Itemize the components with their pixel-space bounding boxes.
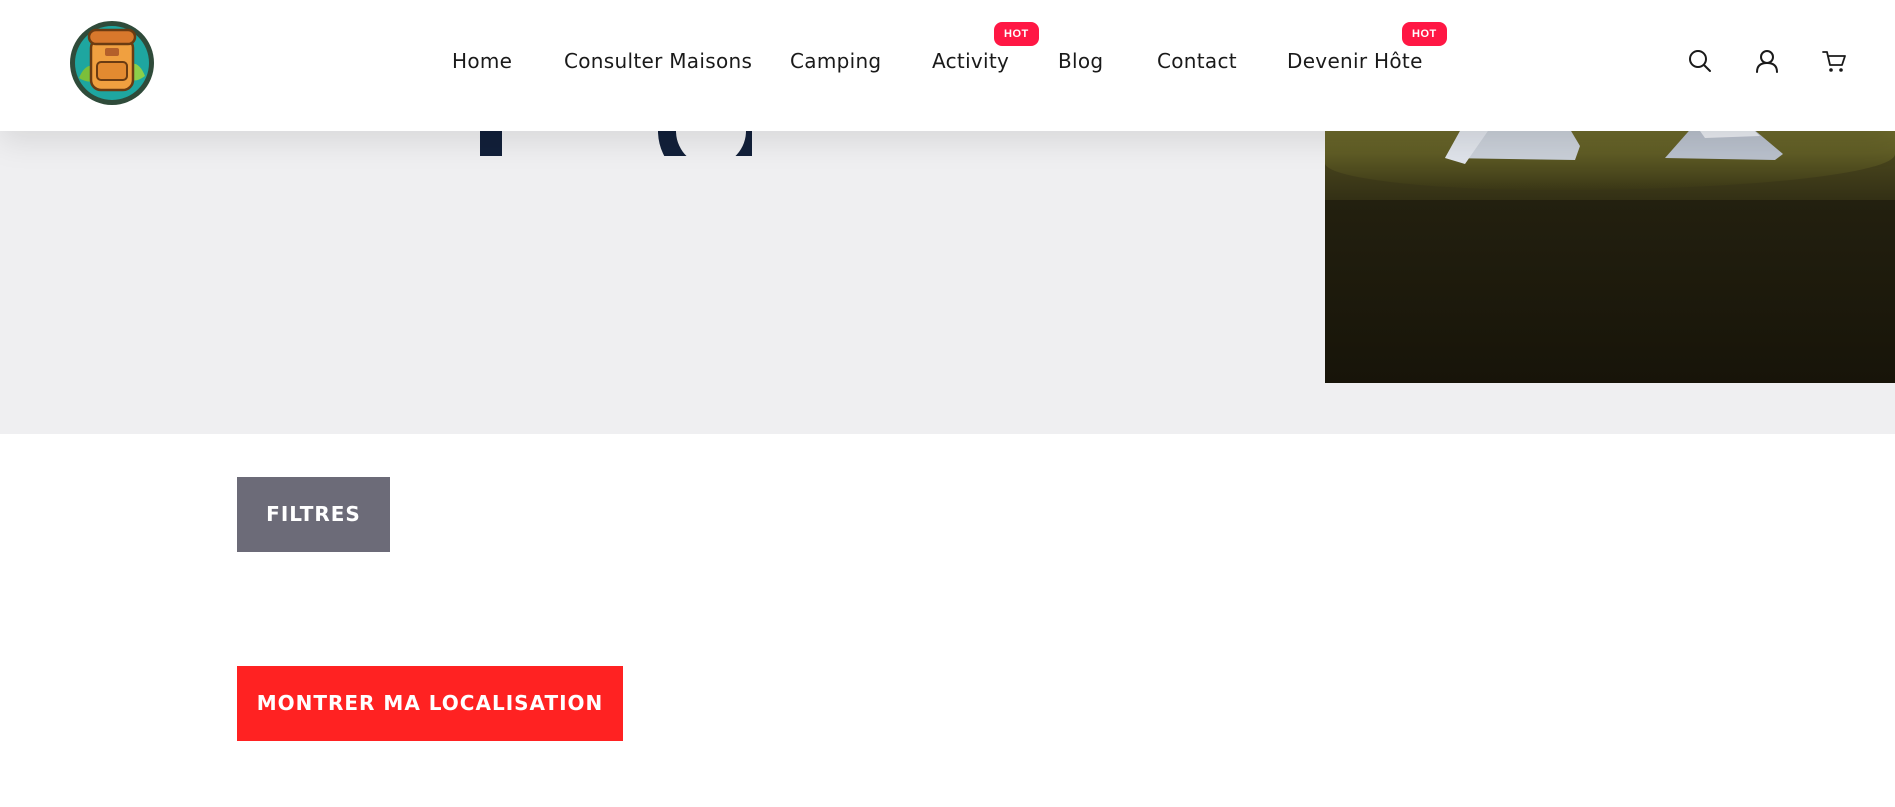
user-icon[interactable] [1754,48,1780,74]
nav-home[interactable]: Home [452,49,512,73]
photo-shadow [1325,200,1895,383]
search-icon[interactable] [1687,48,1713,74]
show-my-location-button[interactable]: MONTRER MA LOCALISATION [237,666,623,741]
nav-contact[interactable]: Contact [1157,49,1237,73]
site-header: Home Consulter Maisons Camping Activity … [0,0,1895,131]
nav-consulter-maisons[interactable]: Consulter Maisons [564,49,752,73]
filters-button[interactable]: FILTRES [237,477,390,552]
hot-badge: HOT [994,22,1039,46]
main-nav: Home Consulter Maisons Camping Activity … [0,0,1895,131]
hot-badge: HOT [1402,22,1447,46]
nav-activity[interactable]: Activity [932,49,1009,73]
cart-icon[interactable] [1821,48,1847,74]
nav-camping[interactable]: Camping [790,49,881,73]
nav-devenir-hote[interactable]: Devenir Hôte [1287,49,1423,73]
nav-blog[interactable]: Blog [1058,49,1103,73]
